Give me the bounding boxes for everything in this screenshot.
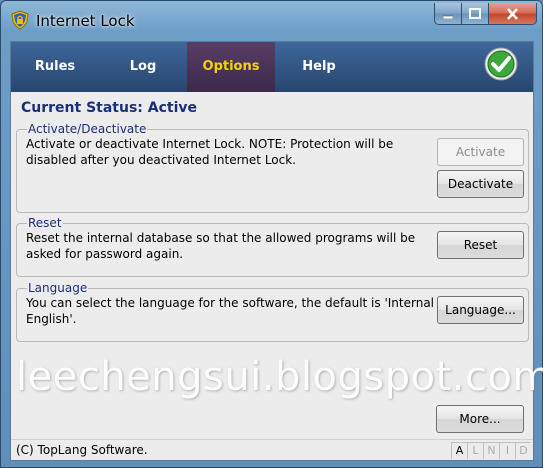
client-area: Rules Log Options Help Current Status: A… [10,41,543,461]
title-bar[interactable]: Internet Lock [1,1,542,39]
language-group: Language You can select the language for… [16,281,529,342]
minimize-button[interactable] [434,3,462,25]
nav-bar: Rules Log Options Help [11,42,533,92]
window-title: Internet Lock [36,12,135,30]
watermark-text: leechengsui.blogspot.com [16,354,543,400]
maximize-button[interactable] [462,3,489,25]
language-description: You can select the language for the soft… [26,296,435,326]
options-panel: Current Status: Active Activate/Deactiva… [11,92,543,460]
app-window: Internet Lock Rules Log Options Help Cur… [0,0,543,468]
indicator-i: I [499,442,515,459]
current-status: Current Status: Active [21,100,198,116]
indicator-a: A [451,442,467,459]
activate-description: Activate or deactivate Internet Lock. NO… [26,137,394,167]
indicator-d: D [515,442,531,459]
tab-log[interactable]: Log [99,42,187,92]
reset-group-title: Reset [27,216,63,230]
reset-description: Reset the internal database so that the … [26,231,416,261]
green-checkmark-icon[interactable] [484,47,518,81]
close-button[interactable] [489,3,537,25]
indicator-l: L [467,442,483,459]
status-bar: (C) TopLang Software. A L N I D [11,439,533,460]
tab-options[interactable]: Options [187,42,275,92]
padlock-shield-icon [11,10,29,30]
indicator-n: N [483,442,499,459]
maximize-icon [469,8,481,19]
more-button[interactable]: More... [436,405,524,433]
close-icon [507,7,518,20]
activate-group: Activate/Deactivate Activate or deactiva… [16,122,529,213]
activate-group-title: Activate/Deactivate [27,122,148,136]
language-group-title: Language [27,281,89,295]
deactivate-button[interactable]: Deactivate [437,170,524,198]
activate-button[interactable]: Activate [437,138,524,166]
copyright-text: (C) TopLang Software. [16,443,148,457]
minimize-icon [443,15,453,19]
reset-group: Reset Reset the internal database so tha… [16,216,529,277]
window-controls [434,3,537,25]
language-button[interactable]: Language... [437,296,524,324]
reset-button[interactable]: Reset [437,231,524,259]
status-indicators: A L N I D [451,442,531,459]
tab-help[interactable]: Help [275,42,363,92]
tab-rules[interactable]: Rules [11,42,99,92]
